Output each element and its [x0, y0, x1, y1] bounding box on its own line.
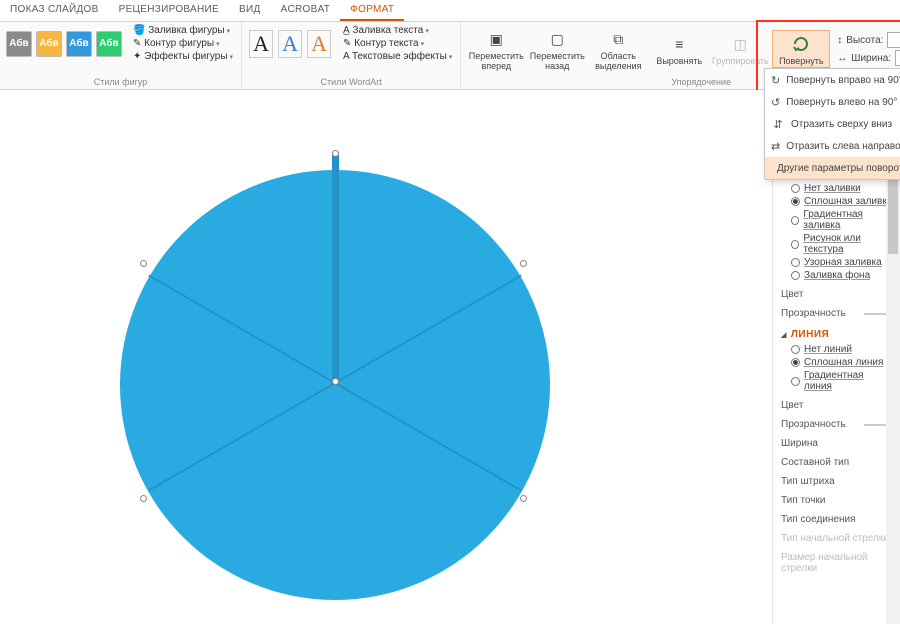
text-fill-icon: A̲: [343, 25, 350, 36]
height-field[interactable]: ↕ Высота:: [837, 32, 900, 48]
text-effects-menu[interactable]: A Текстовые эффекты: [341, 50, 454, 63]
text-fill-menu[interactable]: A̲ Заливка текста: [341, 24, 454, 37]
fill-pattern[interactable]: Узорная заливка: [791, 257, 894, 268]
flip-horizontal[interactable]: ⇄ Отразить слева направо: [765, 135, 900, 157]
shape-selected-bar[interactable]: [332, 152, 339, 382]
text-effects-icon: A: [343, 51, 349, 62]
send-backward-icon: ▢: [546, 28, 568, 50]
width-input[interactable]: [895, 50, 900, 66]
fill-gradient[interactable]: Градиентная заливка: [791, 209, 894, 231]
line-dash-row[interactable]: Тип штриха: [781, 476, 894, 487]
fill-color-row[interactable]: Цвет: [781, 289, 894, 300]
tab-format[interactable]: ФОРМАТ: [340, 0, 404, 21]
section-line-title[interactable]: ЛИНИЯ: [781, 329, 894, 340]
selection-handle[interactable]: [520, 495, 527, 502]
bring-forward-button[interactable]: ▣ Переместить вперед: [467, 26, 525, 72]
width-icon: ↔: [837, 53, 847, 64]
bring-forward-icon: ▣: [485, 28, 507, 50]
group-label: Стили фигур: [6, 77, 235, 89]
rotate-right-90[interactable]: ↻ Повернуть вправо на 90°: [765, 69, 900, 91]
shape-outline-menu[interactable]: ✎ Контур фигуры: [131, 37, 235, 50]
height-input[interactable]: [887, 32, 900, 48]
line-begin-arrow-type: Тип начальной стрелки: [781, 533, 894, 544]
pane-scrollbar[interactable]: [886, 158, 900, 624]
wordart-gallery[interactable]: A A A: [248, 30, 332, 58]
selection-pane-icon: ⧉: [607, 28, 629, 50]
fill-slide-bg[interactable]: Заливка фона: [791, 270, 894, 281]
selection-pane-button[interactable]: ⧉ Область выделения: [589, 26, 647, 72]
width-field[interactable]: ↔ Ширина:: [837, 50, 900, 66]
rotate-left-90[interactable]: ↺ Повернуть влево на 90°: [765, 91, 900, 113]
effects-icon: ✦: [133, 51, 141, 62]
fill-picture[interactable]: Рисунок или текстура: [791, 233, 894, 255]
send-backward-button[interactable]: ▢ Переместить назад: [528, 26, 586, 72]
line-gradient[interactable]: Градиентная линия: [791, 370, 894, 392]
group-button[interactable]: ◫ Группировать: [711, 31, 769, 67]
selection-handle[interactable]: [332, 150, 339, 157]
rotate-left-icon: ↺: [771, 95, 780, 109]
group-icon: ◫: [729, 33, 751, 55]
tab-slideshow[interactable]: ПОКАЗ СЛАЙДОВ: [0, 0, 109, 21]
slide-canvas[interactable]: [0, 90, 772, 624]
selection-handle[interactable]: [520, 260, 527, 267]
flip-horizontal-icon: ⇄: [771, 139, 780, 153]
text-outline-menu[interactable]: ✎ Контур текста: [341, 37, 454, 50]
line-solid[interactable]: Сплошная линия: [791, 357, 894, 368]
height-icon: ↕: [837, 35, 842, 46]
line-join-row[interactable]: Тип соединения: [781, 514, 894, 525]
rotate-right-icon: ↻: [771, 73, 780, 87]
style-swatch[interactable]: Абв: [96, 31, 122, 57]
pencil-icon: ✎: [133, 38, 141, 49]
group-wordart: A A A A̲ Заливка текста ✎ Контур текста …: [242, 22, 461, 89]
tab-review[interactable]: РЕЦЕНЗИРОВАНИЕ: [109, 0, 229, 21]
shape-style-gallery[interactable]: Абв Абв Абв Абв: [6, 31, 122, 57]
tab-view[interactable]: ВИД: [229, 0, 271, 21]
align-icon: ≡: [668, 33, 690, 55]
style-swatch[interactable]: Абв: [36, 31, 62, 57]
text-outline-icon: ✎: [343, 38, 351, 49]
rotate-menu: ↻ Повернуть вправо на 90° ↺ Повернуть вл…: [764, 68, 900, 180]
shape-fill-menu[interactable]: 🪣 Заливка фигуры: [131, 24, 235, 37]
line-width-row[interactable]: Ширина: [781, 438, 894, 449]
line-color-row[interactable]: Цвет: [781, 400, 894, 411]
selection-handle[interactable]: [140, 260, 147, 267]
fill-none[interactable]: Нет заливки: [791, 183, 894, 194]
ribbon-tabs: ПОКАЗ СЛАЙДОВ РЕЦЕНЗИРОВАНИЕ ВИД ACROBAT…: [0, 0, 900, 22]
line-none[interactable]: Нет линий: [791, 344, 894, 355]
paint-bucket-icon: 🪣: [133, 25, 145, 36]
align-button[interactable]: ≡ Выровнять: [650, 31, 708, 67]
line-transparency-row[interactable]: Прозрачность: [781, 419, 894, 430]
rotate-icon: [790, 33, 812, 55]
flip-vertical-icon: ⇵: [771, 117, 785, 131]
fill-transparency-row[interactable]: Прозрачность: [781, 308, 894, 319]
rotate-button[interactable]: Повернуть: [772, 30, 830, 68]
wordart-style[interactable]: A: [307, 30, 331, 58]
group-shape-styles: Абв Абв Абв Абв 🪣 Заливка фигуры ✎ Конту…: [0, 22, 242, 89]
style-swatch[interactable]: Абв: [6, 31, 32, 57]
format-shape-pane: ЗАЛИВКА Нет заливки Сплошная заливка Гра…: [772, 158, 900, 624]
more-rotation-options[interactable]: Другие параметры поворота: [765, 157, 900, 179]
fill-solid[interactable]: Сплошная заливка: [791, 196, 894, 207]
selection-handle[interactable]: [332, 378, 339, 385]
tab-acrobat[interactable]: ACROBAT: [271, 0, 341, 21]
style-swatch[interactable]: Абв: [66, 31, 92, 57]
wordart-style[interactable]: A: [249, 30, 273, 58]
line-cap-row[interactable]: Тип точки: [781, 495, 894, 506]
flip-vertical[interactable]: ⇵ Отразить сверху вниз: [765, 113, 900, 135]
shape-effects-menu[interactable]: ✦ Эффекты фигуры: [131, 50, 235, 63]
wordart-style[interactable]: A: [278, 30, 302, 58]
height-label: Высота:: [846, 35, 883, 46]
group-label: Стили WordArt: [248, 77, 454, 89]
selection-handle[interactable]: [140, 495, 147, 502]
width-label: Ширина:: [851, 53, 891, 64]
line-compound-row[interactable]: Составной тип: [781, 457, 894, 468]
line-begin-arrow-size: Размер начальной стрелки: [781, 552, 894, 574]
